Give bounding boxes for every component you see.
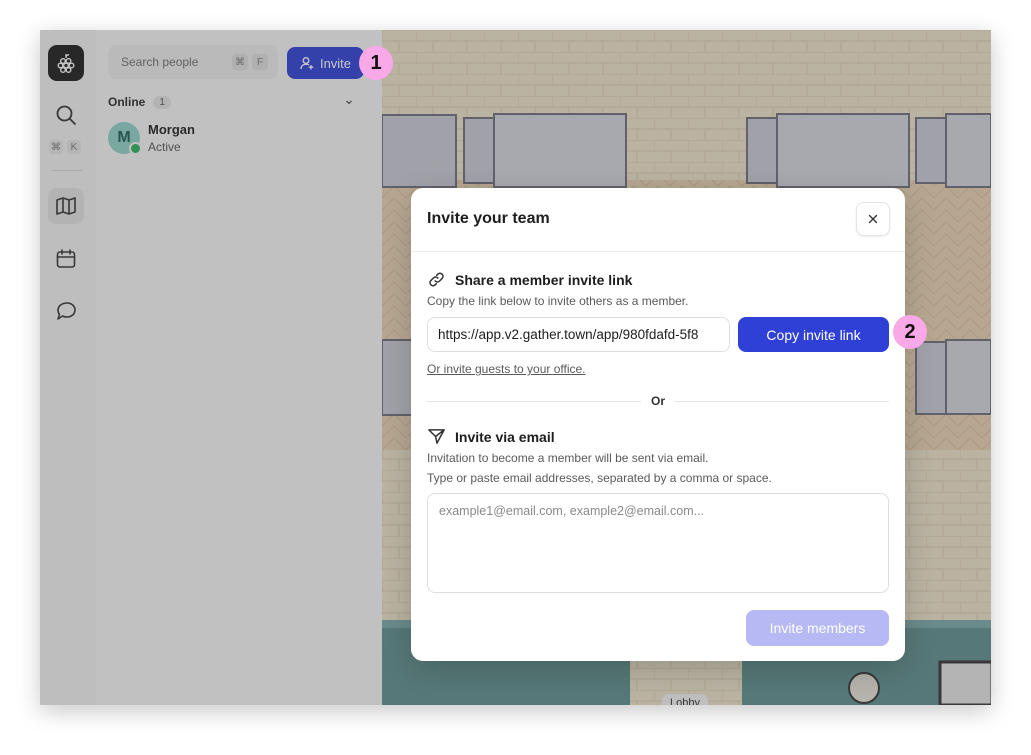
close-button[interactable] <box>856 202 890 236</box>
email-description-1: Invitation to become a member will be se… <box>427 451 709 465</box>
email-description-2: Type or paste email addresses, separated… <box>427 471 772 485</box>
divider-line <box>427 401 641 402</box>
link-icon <box>429 272 444 287</box>
link-section-header: Share a member invite link <box>427 270 632 289</box>
invite-guests-link[interactable]: Or invite guests to your office. <box>427 362 586 376</box>
invite-modal: Invite your team Share a member invite l… <box>411 188 905 661</box>
link-section-title: Share a member invite link <box>455 271 633 288</box>
link-section-description: Copy the link below to invite others as … <box>427 294 689 308</box>
close-icon <box>868 214 878 224</box>
step-badge: 2 <box>893 315 927 349</box>
modal-title: Invite your team <box>427 210 550 227</box>
step-badge: 1 <box>359 46 393 80</box>
invite-members-button[interactable]: Invite members <box>746 610 889 646</box>
copy-invite-link-button[interactable]: Copy invite link <box>738 317 889 352</box>
invite-link-field[interactable]: https://app.v2.gather.town/app/980fdafd-… <box>427 317 730 352</box>
divider-line <box>675 401 889 402</box>
or-divider: Or <box>427 394 889 408</box>
email-section-header: Invite via email <box>427 427 555 446</box>
modal-header: Invite your team <box>411 188 905 252</box>
or-label: Or <box>650 394 665 408</box>
send-icon <box>428 429 445 444</box>
email-section-title: Invite via email <box>455 428 555 445</box>
app-window: ⌘ K Search people ⌘ F Invite Online 1 M … <box>40 30 991 705</box>
email-addresses-input[interactable]: example1@email.com, example2@email.com..… <box>427 493 889 593</box>
